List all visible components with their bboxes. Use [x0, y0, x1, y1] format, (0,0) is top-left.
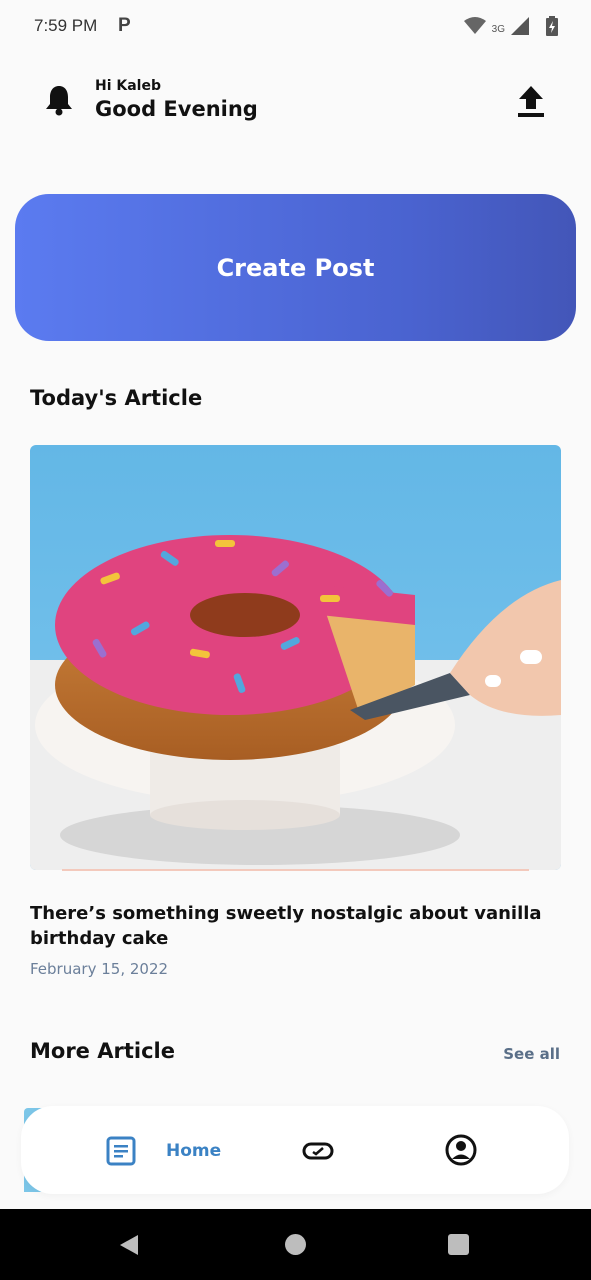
recent-apps-icon[interactable]	[448, 1234, 469, 1255]
more-article-heading: More Article	[30, 1039, 175, 1063]
status-time: 7:59 PM	[34, 16, 98, 35]
network-type: 3G	[491, 23, 505, 35]
todays-article-heading: Today's Article	[30, 386, 203, 410]
article-icon	[106, 1136, 136, 1166]
profile-icon[interactable]	[445, 1134, 477, 1166]
image-divider	[62, 869, 529, 871]
bottom-nav: Home	[21, 1106, 569, 1194]
home-circle-icon[interactable]	[285, 1234, 306, 1255]
upload-icon[interactable]	[517, 85, 545, 119]
create-post-button[interactable]: Create Post	[15, 194, 576, 341]
bell-icon[interactable]	[44, 84, 74, 116]
greeting-title: Good Evening	[95, 97, 258, 121]
notification-p-icon: P	[118, 15, 131, 36]
back-icon[interactable]	[118, 1233, 140, 1257]
nav-home-tab[interactable]: Home	[106, 1136, 221, 1166]
header: Hi Kaleb Good Evening	[0, 60, 591, 140]
system-nav-bar	[0, 1209, 591, 1280]
wifi-icon	[463, 17, 486, 34]
article-image[interactable]	[30, 445, 561, 870]
ticket-icon[interactable]	[302, 1142, 334, 1160]
article-date: February 15, 2022	[30, 960, 169, 978]
status-icons: 3G	[463, 16, 559, 36]
article-title[interactable]: There’s something sweetly nostalgic abou…	[30, 901, 550, 951]
battery-icon	[546, 16, 558, 36]
status-bar: 7:59 PM P 3G	[0, 0, 591, 56]
greeting-small: Hi Kaleb	[95, 78, 162, 94]
see-all-link[interactable]: See all	[503, 1045, 560, 1063]
signal-icon	[511, 17, 529, 35]
nav-home-label: Home	[166, 1141, 222, 1161]
